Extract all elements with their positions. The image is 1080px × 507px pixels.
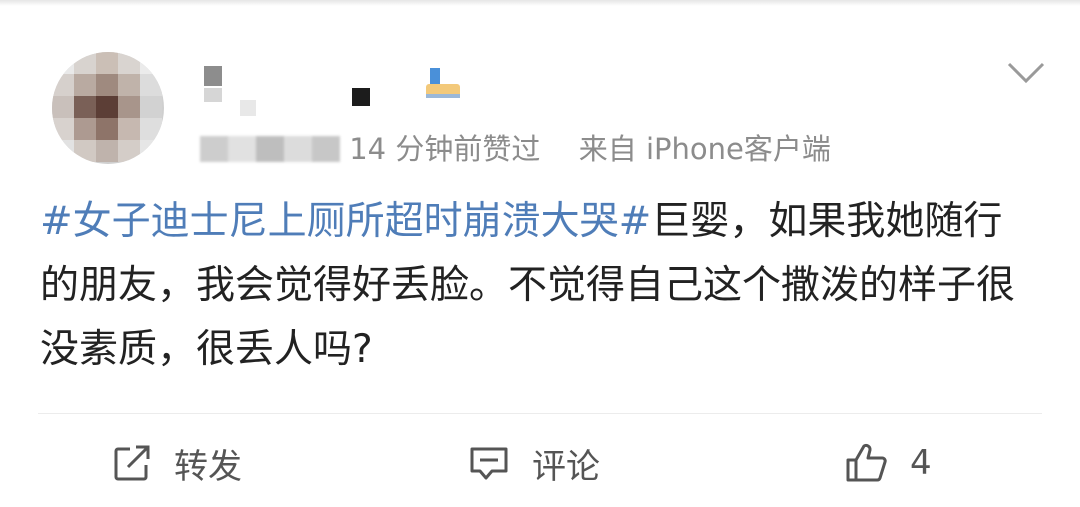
- username-redacted[interactable]: [200, 60, 420, 120]
- like-button[interactable]: 4: [844, 438, 932, 488]
- post-body: #女子迪士尼上厕所超时崩溃大哭#巨婴，如果我她随行的朋友，我会觉得好丢脸。不觉得…: [40, 190, 1040, 382]
- like-time: 14 分钟前赞过: [349, 132, 541, 166]
- comment-label: 评论: [532, 446, 600, 487]
- top-shadow: [0, 0, 1080, 6]
- redacted-text: [200, 136, 340, 162]
- thumbs-up-icon: [846, 443, 887, 482]
- repost-label: 转发: [174, 446, 242, 487]
- divider: [38, 413, 1042, 414]
- repost-icon: [114, 445, 150, 481]
- comment-button[interactable]: 评论: [468, 438, 600, 488]
- repost-button[interactable]: 转发: [112, 438, 242, 488]
- hashtag-link[interactable]: #女子迪士尼上厕所超时崩溃大哭#: [40, 199, 651, 244]
- weibo-post-card: 14 分钟前赞过 来自 iPhone客户端 #女子迪士尼上厕所超时崩溃大哭#巨婴…: [0, 0, 1080, 507]
- chevron-down-icon[interactable]: [1006, 60, 1046, 86]
- badge-icon: [426, 68, 460, 98]
- post-meta: 14 分钟前赞过 来自 iPhone客户端: [200, 126, 831, 168]
- like-count: 4: [910, 443, 932, 483]
- avatar[interactable]: [52, 52, 164, 164]
- post-source[interactable]: 来自 iPhone客户端: [579, 132, 831, 166]
- comment-icon: [470, 447, 508, 480]
